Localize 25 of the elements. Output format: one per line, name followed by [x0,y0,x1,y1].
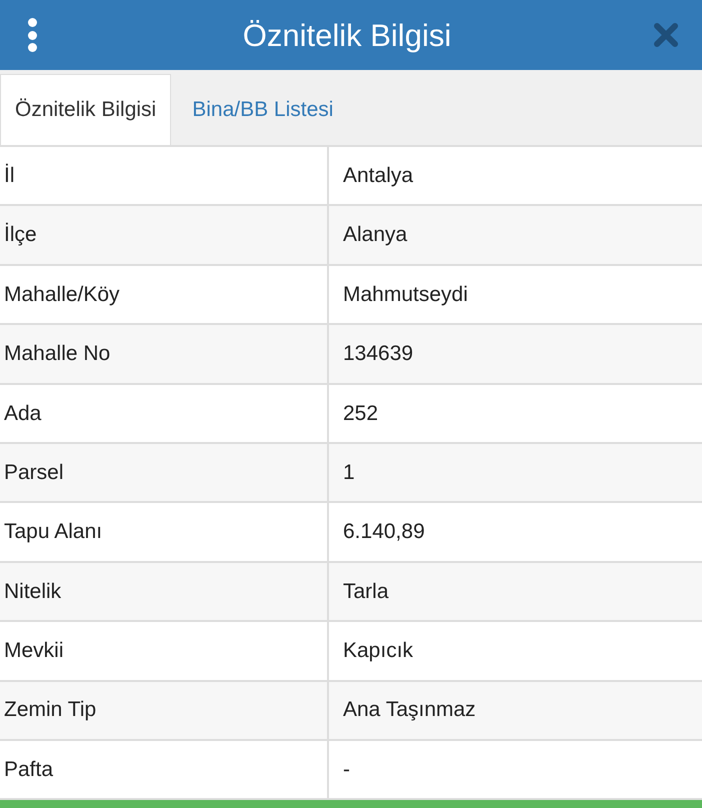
field-label: Tapu Alanı [4,519,102,546]
field-label: Ada [4,400,42,426]
field-label: İlçe [4,222,37,248]
window-title: Öznitelik Bilgisi [242,20,452,50]
field-value: Antalya [343,162,414,189]
field-label: Parsel [4,460,64,486]
field-value: Mahmutseydi [343,282,468,308]
field-label: Mevkii [4,638,64,664]
field-label: Mahalle/Köy [4,282,120,308]
field-value: Alanya [343,222,408,248]
field-value: - [343,756,350,783]
field-label: Nitelik [4,578,62,605]
field-value: 134639 [343,341,414,368]
field-label: Pafta [4,756,54,783]
field-value: 6.140,89 [343,519,425,546]
field-value: Kapıcık [343,638,414,664]
field-value: 1 [343,460,355,486]
field-value: Tarla [343,578,389,605]
field-label: Mahalle No [4,341,110,368]
field-label: İl [4,162,14,189]
field-label: Zemin Tip [4,697,96,724]
field-value: 252 [343,400,378,426]
tab[interactable]: Öznitelik Bilgisi [0,74,172,145]
field-value: Ana Taşınmaz [343,697,476,724]
tab[interactable]: Bina/BB Listesi [171,74,354,145]
